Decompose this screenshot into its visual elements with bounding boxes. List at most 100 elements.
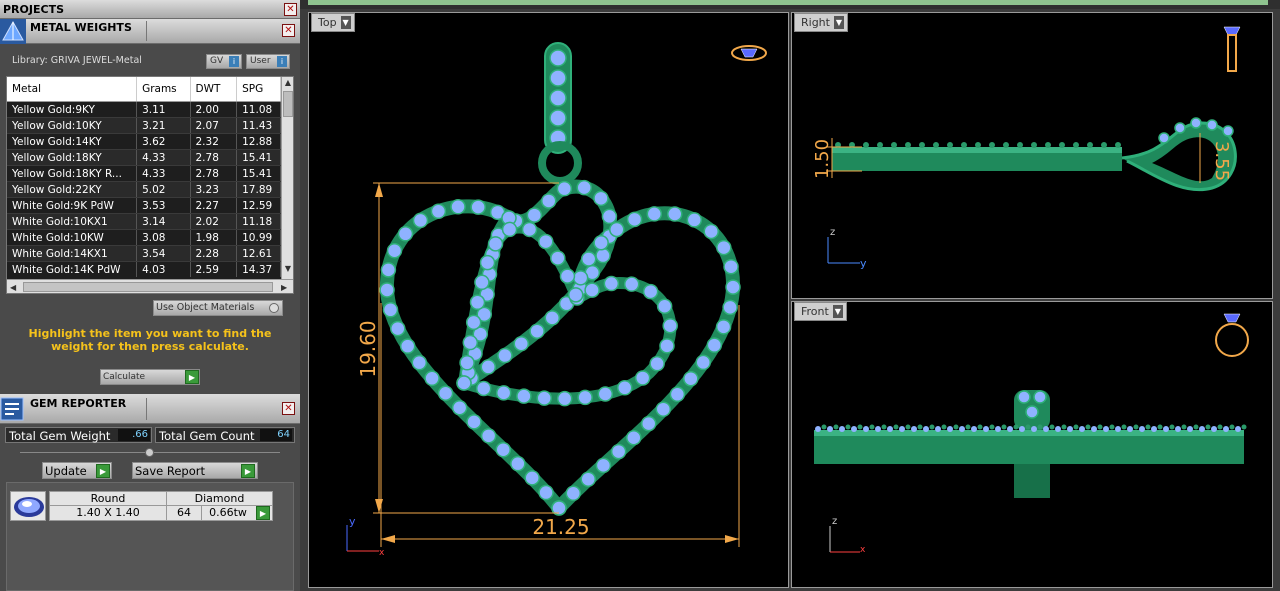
prong [1055, 426, 1061, 432]
prong [905, 424, 911, 430]
vertical-scrollbar[interactable]: ▲ ▼ [281, 77, 293, 279]
prong [1003, 142, 1009, 148]
prong [1109, 424, 1115, 430]
col-header-metal[interactable]: Metal [7, 77, 138, 102]
gem-stone [1174, 122, 1186, 134]
gem-stone [626, 211, 643, 228]
side-prongs [835, 142, 1121, 148]
gem-stone [437, 385, 454, 402]
viewport-right[interactable]: Right ▼ 1.50 3.55 z y [791, 12, 1273, 299]
table-row[interactable]: Yellow Gold:10KY 3.21 2.07 11.43 [7, 117, 281, 134]
viewport-top[interactable]: Top ▼ 19.60 21.25 y x [308, 12, 789, 588]
table-row[interactable]: White Gold:14K PdW 4.03 2.59 14.37 [7, 261, 281, 277]
gem-row[interactable]: Round Diamond 1.40 X 1.40 64 0.66tw ▶ [49, 491, 273, 521]
table-row[interactable]: White Gold:14KX1 3.54 2.28 12.61 [7, 245, 281, 262]
use-object-materials-toggle[interactable]: Use Object Materials [153, 300, 283, 316]
gem-stone [470, 199, 486, 215]
col-header-spg[interactable]: SPG [236, 77, 281, 102]
grams-cell: 4.33 [136, 165, 191, 182]
spg-cell: 10.99 [236, 229, 281, 246]
calculate-button[interactable]: Calculate ▶ [100, 369, 200, 385]
horizontal-scrollbar[interactable]: ◀ ▶ [7, 279, 293, 293]
top-strip [300, 0, 1280, 9]
prong [919, 142, 925, 148]
table-row[interactable]: White Gold:10KX1 3.14 2.02 11.18 [7, 213, 281, 230]
prong [857, 424, 863, 430]
prong [929, 424, 935, 430]
prong [941, 424, 947, 430]
metal-weights-close-button[interactable]: ✕ [282, 24, 295, 37]
scroll-thumb[interactable] [283, 91, 293, 117]
scroll-left-icon[interactable]: ◀ [10, 283, 16, 292]
view-orientation-icon[interactable] [731, 45, 767, 61]
top-view-canvas[interactable]: 19.60 21.25 y x [309, 13, 789, 588]
col-header-grams[interactable]: Grams [136, 77, 191, 102]
round-gem-thumbnail[interactable] [10, 491, 46, 521]
prong [1049, 424, 1055, 430]
play-arrow-icon[interactable]: ▶ [256, 506, 270, 520]
gv-toggle[interactable]: GV i [206, 54, 242, 69]
gem-stone [667, 206, 683, 222]
grams-cell: 4.03 [136, 261, 191, 277]
gem-stone [656, 298, 673, 315]
prong [851, 426, 857, 432]
projects-close-button[interactable]: ✕ [284, 3, 297, 16]
arrowhead [725, 535, 739, 543]
gem-stone [646, 206, 663, 222]
gem-size: 1.40 X 1.40 [50, 506, 167, 521]
table-row[interactable]: White Gold:9K PdW 3.53 2.27 12.59 [7, 197, 281, 214]
gem-stone [640, 415, 657, 432]
total-gem-weight-value: .66 [118, 429, 150, 441]
prong [1217, 424, 1223, 430]
scroll-right-icon[interactable]: ▶ [281, 283, 287, 292]
prong [1031, 426, 1037, 432]
update-label: Update [45, 464, 87, 478]
ring-front-orientation-icon[interactable] [1215, 313, 1249, 357]
table-row[interactable]: Yellow Gold:18KY 4.33 2.78 15.41 [7, 149, 281, 166]
ring-side-orientation-icon[interactable] [1223, 26, 1241, 72]
metal-weights-titlebar[interactable]: METAL WEIGHTS ✕ [0, 19, 300, 44]
table-row[interactable]: Yellow Gold:14KY 3.62 2.32 12.88 [7, 133, 281, 150]
prong [961, 142, 967, 148]
table-row[interactable]: Yellow Gold:22KY 5.02 3.23 17.89 [7, 181, 281, 198]
right-view-canvas[interactable]: 1.50 3.55 z y [792, 13, 1273, 299]
scroll-down-icon[interactable]: ▼ [283, 265, 293, 273]
save-report-button[interactable]: Save Report ▶ [132, 462, 258, 479]
gem-stone [572, 270, 589, 286]
splitter-handle[interactable] [145, 448, 154, 457]
table-row[interactable]: Yellow Gold:18KY R... 4.33 2.78 15.41 [7, 165, 281, 182]
gem-stone [465, 314, 482, 331]
metal-name-cell: White Gold:10KW [7, 229, 138, 246]
spg-cell: 17.89 [236, 181, 281, 198]
pendant-side-highlight [832, 147, 1122, 153]
spg-cell: 15.41 [236, 149, 281, 166]
gem-reporter-titlebar[interactable]: GEM REPORTER ✕ [0, 394, 300, 424]
col-header-dwt[interactable]: DWT [190, 77, 238, 102]
gem-shape: Round [50, 492, 167, 506]
prong [1043, 426, 1049, 432]
gem-stone [540, 193, 557, 209]
viewport-front[interactable]: Front ▼ z x [791, 301, 1273, 588]
gem-stone [669, 386, 686, 403]
scroll-up-icon[interactable]: ▲ [283, 79, 293, 87]
update-button[interactable]: Update ▶ [42, 462, 112, 479]
play-arrow-icon: ▶ [241, 464, 255, 478]
gem-stone [459, 355, 475, 371]
table-row[interactable]: Yellow Gold:9KY 3.11 2.00 11.08 [7, 101, 281, 118]
metal-table[interactable]: Metal Grams DWT SPG Yellow Gold:9KY 3.11 2… [6, 76, 294, 294]
prong [935, 426, 941, 432]
title-divider [146, 21, 147, 41]
user-toggle[interactable]: User i [246, 54, 290, 69]
h-scroll-thumb[interactable] [23, 282, 273, 292]
prong [1067, 426, 1073, 432]
gem-type: Diamond [167, 492, 272, 506]
table-row[interactable]: White Gold:10KW 3.08 1.98 10.99 [7, 229, 281, 246]
gem-stone [686, 212, 703, 228]
metal-table-grid[interactable]: Metal Grams DWT SPG Yellow Gold:9KY 3.11 2… [7, 77, 281, 277]
gem-stone [379, 282, 395, 298]
prong [933, 142, 939, 148]
front-view-canvas[interactable]: z x [792, 302, 1273, 588]
grams-cell: 3.62 [136, 133, 191, 150]
projects-titlebar[interactable]: PROJECTS ✕ [0, 0, 300, 19]
gem-reporter-close-button[interactable]: ✕ [282, 402, 295, 415]
